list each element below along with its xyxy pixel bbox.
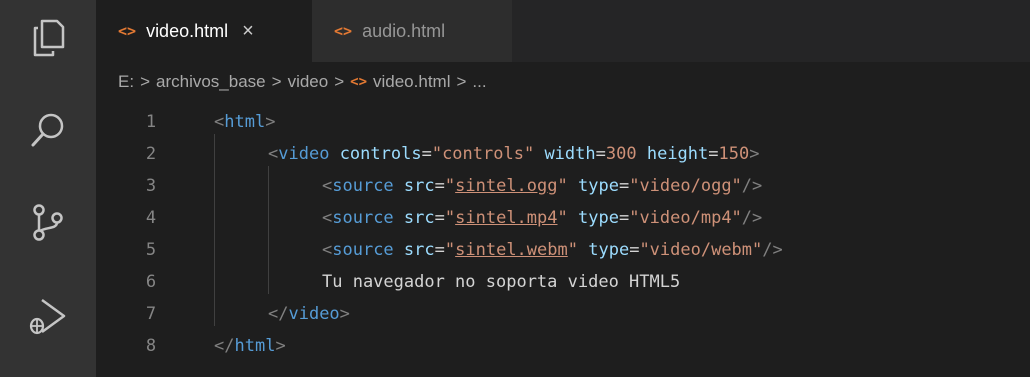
- file-link[interactable]: sintel.webm: [455, 240, 568, 260]
- breadcrumb-separator: >: [334, 72, 345, 91]
- code-line[interactable]: 6 Tu navegador no soporta video HTML5: [96, 266, 1030, 298]
- line-number: 6: [145, 272, 157, 292]
- run-debug-icon[interactable]: [24, 292, 72, 340]
- breadcrumb-video-folder[interactable]: video: [288, 72, 329, 92]
- code-line[interactable]: 3 <source src="sintel.ogg" type="video/o…: [96, 170, 1030, 202]
- code-editor[interactable]: 1 <html> 2 <video controls="controls" wi…: [96, 102, 1030, 377]
- code-content: <video controls="controls" width=300 hei…: [268, 144, 760, 164]
- line-number: 4: [145, 208, 157, 228]
- line-number: 8: [145, 336, 157, 356]
- activity-bar: [0, 0, 96, 377]
- vscode-window: <> video.html × <> audio.html E: > archi…: [0, 0, 1030, 377]
- code-line[interactable]: 2 <video controls="controls" width=300 h…: [96, 138, 1030, 170]
- code-content: <html>: [214, 112, 276, 132]
- line-number: 1: [145, 112, 157, 132]
- code-line[interactable]: 7 </video>: [96, 298, 1030, 330]
- tab-audio-html[interactable]: <> audio.html: [312, 0, 512, 62]
- code-content: Tu navegador no soporta video HTML5: [322, 272, 681, 292]
- breadcrumb-archivos-base[interactable]: archivos_base: [156, 72, 266, 92]
- code-content: </video>: [268, 304, 350, 324]
- code-line[interactable]: 1 <html>: [96, 106, 1030, 138]
- code-content: <source src="sintel.mp4" type="video/mp4…: [322, 208, 763, 228]
- file-link[interactable]: sintel.mp4: [455, 208, 557, 228]
- line-number: 3: [145, 176, 157, 196]
- breadcrumb-separator: >: [271, 72, 282, 91]
- breadcrumb-drive[interactable]: E:: [118, 72, 134, 92]
- tab-label: audio.html: [362, 20, 446, 41]
- code-line[interactable]: 5 <source src="sintel.webm" type="video/…: [96, 234, 1030, 266]
- line-number: 7: [145, 304, 157, 324]
- html-file-icon: <>: [334, 22, 353, 40]
- html-file-icon: <>: [350, 74, 367, 90]
- code-content: <source src="sintel.webm" type="video/we…: [322, 240, 783, 260]
- search-icon[interactable]: [24, 106, 72, 154]
- tab-label: video.html: [146, 20, 229, 41]
- close-icon[interactable]: ×: [242, 20, 254, 43]
- breadcrumb-separator: >: [456, 72, 467, 91]
- code-line[interactable]: 4 <source src="sintel.mp4" type="video/m…: [96, 202, 1030, 234]
- html-file-icon: <>: [118, 22, 137, 40]
- file-link[interactable]: sintel.ogg: [455, 176, 557, 196]
- breadcrumb-file[interactable]: video.html: [373, 72, 450, 92]
- code-content: </html>: [214, 336, 286, 356]
- line-number: 2: [145, 144, 157, 164]
- tab-bar: <> video.html × <> audio.html: [96, 0, 1030, 62]
- breadcrumb: E: > archivos_base > video > <> video.ht…: [96, 62, 1030, 102]
- explorer-icon[interactable]: [24, 14, 72, 62]
- breadcrumb-symbols[interactable]: ...: [472, 72, 486, 92]
- tab-video-html[interactable]: <> video.html ×: [96, 0, 312, 62]
- code-content: <source src="sintel.ogg" type="video/ogg…: [322, 176, 763, 196]
- line-number: 5: [145, 240, 157, 260]
- code-line[interactable]: 8 </html>: [96, 330, 1030, 362]
- source-control-icon[interactable]: [24, 198, 72, 246]
- breadcrumb-separator: >: [140, 72, 150, 91]
